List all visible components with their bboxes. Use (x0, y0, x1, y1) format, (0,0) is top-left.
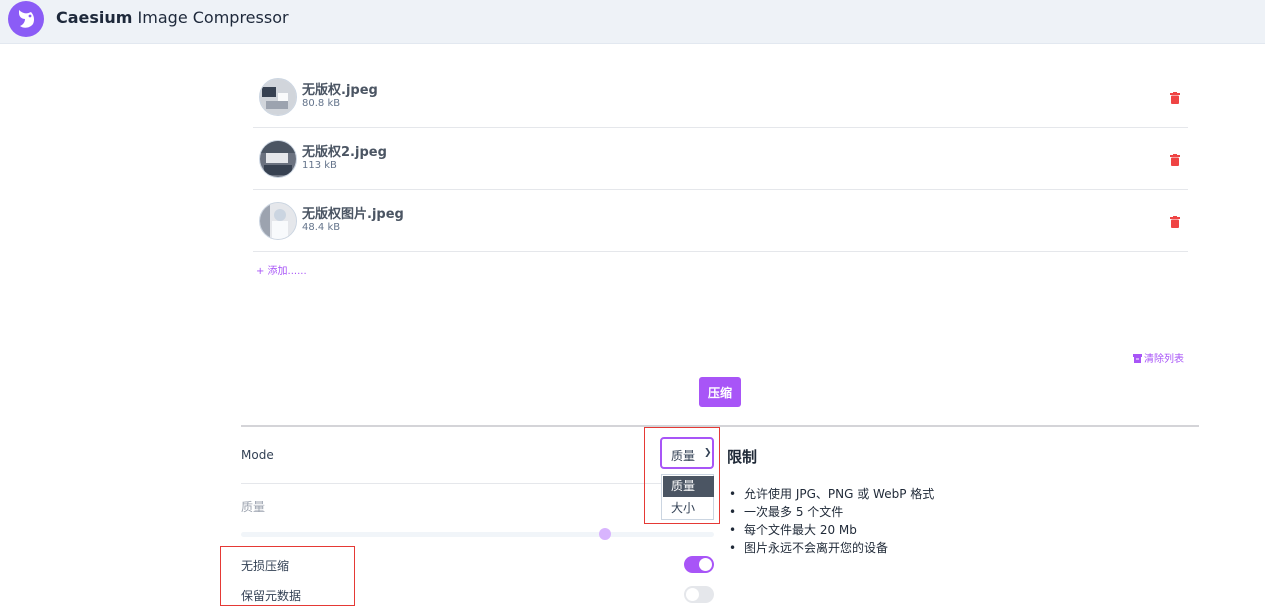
file-thumbnail (259, 140, 297, 178)
clear-list-label: 清除列表 (1144, 354, 1184, 365)
limits-list: 允许使用 JPG、PNG 或 WebP 格式 一次最多 5 个文件 每个文件最大… (727, 485, 934, 557)
quality-slider[interactable] (241, 532, 714, 537)
options-separator (241, 483, 714, 484)
clear-list-button[interactable]: 清除列表 (1133, 350, 1184, 365)
limits-item: 每个文件最大 20 Mb (727, 521, 934, 539)
file-name: 无版权2.jpeg (302, 145, 387, 160)
lossless-label: 无损压缩 (241, 559, 290, 573)
add-files-link[interactable]: + 添加...... (256, 262, 307, 277)
section-divider (241, 425, 1199, 427)
app-header: Caesium Image Compressor (0, 0, 1265, 44)
file-row: 无版权.jpeg 80.8 kB (253, 66, 1188, 128)
file-size: 113 kB (302, 160, 337, 171)
app-title-rest: Image Compressor (132, 8, 289, 27)
delete-file-icon[interactable] (1170, 213, 1180, 228)
limits-item: 一次最多 5 个文件 (727, 503, 934, 521)
mode-select[interactable]: 质量 ❯ (660, 437, 714, 469)
file-thumbnail (259, 78, 297, 116)
metadata-label: 保留元数据 (241, 589, 302, 603)
caesium-logo-icon (8, 1, 44, 37)
mode-select-value: 质量 (671, 449, 696, 463)
file-row: 无版权图片.jpeg 48.4 kB (253, 190, 1188, 252)
chevron-down-icon: ❯ (704, 448, 712, 458)
metadata-toggle[interactable] (684, 586, 714, 603)
app-title: Caesium Image Compressor (56, 8, 289, 27)
limits-title: 限制 (727, 448, 758, 466)
file-thumbnail (259, 202, 297, 240)
toggle-knob (699, 558, 712, 571)
mode-option-quality[interactable]: 质量 (663, 476, 714, 497)
compress-button[interactable]: 压缩 (699, 377, 741, 407)
delete-file-icon[interactable] (1170, 151, 1180, 166)
mode-option-size[interactable]: 大小 (663, 498, 714, 519)
quality-label: 质量 (241, 500, 266, 514)
quality-slider-thumb[interactable] (599, 528, 611, 540)
file-name: 无版权图片.jpeg (302, 207, 404, 222)
file-row: 无版权2.jpeg 113 kB (253, 128, 1188, 190)
lossless-toggle[interactable] (684, 556, 714, 573)
file-name: 无版权.jpeg (302, 83, 378, 98)
mode-dropdown: 质量 大小 (661, 474, 714, 520)
app-title-bold: Caesium (56, 8, 133, 27)
mode-label: Mode (241, 448, 274, 462)
toggle-knob (686, 588, 699, 601)
archive-icon (1133, 354, 1142, 363)
file-size: 48.4 kB (302, 222, 341, 233)
file-size: 80.8 kB (302, 98, 341, 109)
delete-file-icon[interactable] (1170, 89, 1180, 104)
limits-item: 允许使用 JPG、PNG 或 WebP 格式 (727, 485, 934, 503)
limits-item: 图片永远不会离开您的设备 (727, 539, 934, 557)
